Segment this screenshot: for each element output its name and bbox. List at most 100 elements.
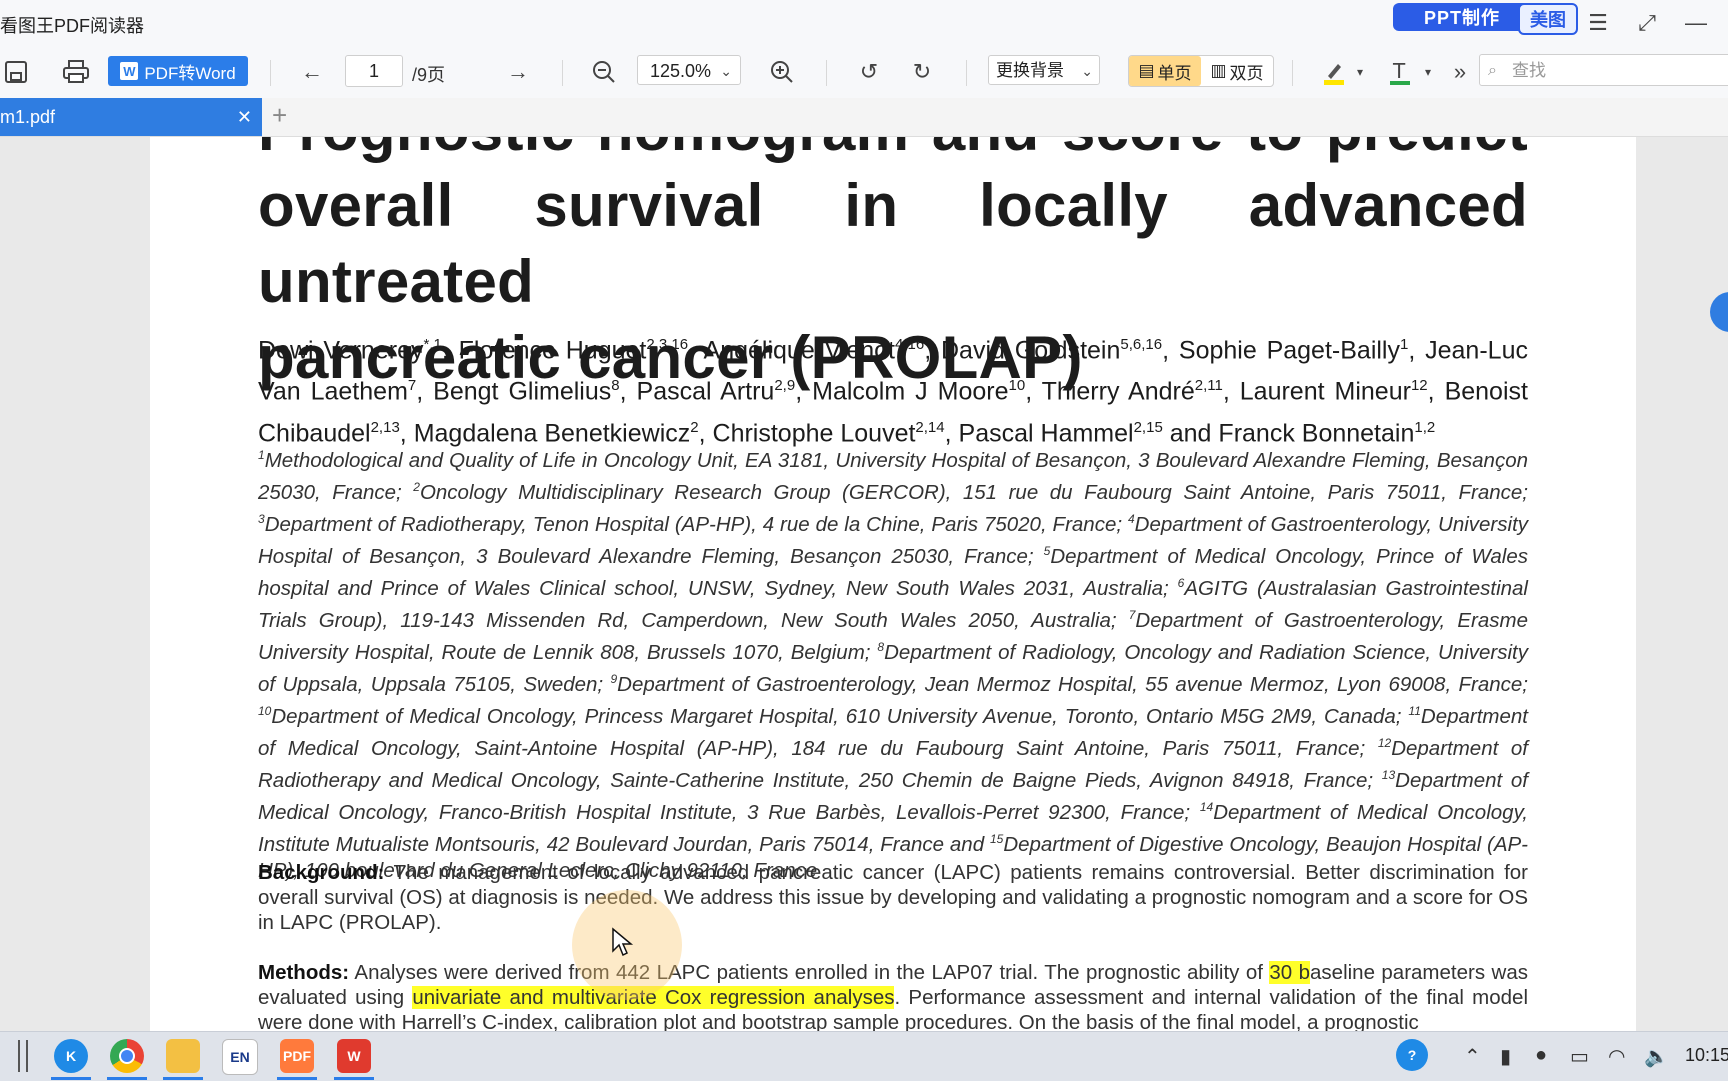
text-tool-icon[interactable]: T xyxy=(1384,56,1416,88)
author-name: Dewi Vernerey xyxy=(258,336,424,365)
single-page-button[interactable]: ▤ 单页 xyxy=(1129,56,1201,86)
word-icon: W xyxy=(120,62,139,80)
author-name: Laurent Mineur xyxy=(1239,377,1411,406)
affiliation-number: 13 xyxy=(1381,768,1396,783)
ppt-button[interactable]: PPT制作 xyxy=(1393,3,1531,31)
author-affiliation-marker: 2,13 xyxy=(370,418,400,436)
background-label: 更换背景 xyxy=(996,61,1064,80)
pdf-to-word-label: PDF转Word xyxy=(144,63,236,83)
affiliation-number: 4 xyxy=(1127,512,1135,527)
affiliation-number: 12 xyxy=(1377,736,1392,751)
chevron-down-icon: ⌄ xyxy=(1081,63,1093,79)
file-explorer-icon[interactable] xyxy=(166,1039,200,1073)
chevron-up-icon[interactable]: ⌃ xyxy=(1464,1044,1481,1069)
highlighter-icon[interactable] xyxy=(1318,56,1350,88)
qq-icon[interactable]: ● xyxy=(1535,1044,1547,1067)
wifi-icon[interactable]: ◠ xyxy=(1608,1044,1625,1069)
tab-bar: m1.pdf ✕ + xyxy=(0,98,1728,137)
author-list: Dewi Vernerey*,1, Florence Huguet2,3,16,… xyxy=(258,336,1528,447)
close-icon[interactable]: ✕ xyxy=(237,98,252,136)
language-icon[interactable]: EN xyxy=(222,1039,258,1075)
zoom-out-icon[interactable] xyxy=(588,56,620,88)
rotate-right-icon[interactable]: ↻ xyxy=(906,56,938,88)
microphone-icon[interactable]: ▮ xyxy=(1500,1044,1511,1069)
author-name: Thierry André xyxy=(1041,377,1195,406)
clock: 10:15 xyxy=(1685,1045,1728,1065)
single-page-label: 单页 xyxy=(1157,63,1192,83)
author-name: Florence Huguet xyxy=(458,336,647,365)
pdf-reader-icon[interactable]: PDF xyxy=(280,1039,314,1073)
highlighter-dropdown-icon[interactable]: ▾ xyxy=(1350,56,1370,88)
affiliation-number: 2 xyxy=(413,480,420,495)
author-affiliation-marker: 12 xyxy=(1410,377,1428,395)
meitu-button[interactable]: 美图 xyxy=(1518,3,1578,35)
rotate-left-icon[interactable]: ↺ xyxy=(853,56,885,88)
prev-page-icon[interactable]: ← xyxy=(296,56,328,88)
toolbar: W PDF转Word ← 1 /9页 → 125.0% ⌄ ↺ ↻ 更换背景 ⌄… xyxy=(0,46,1728,98)
author-affiliation-marker: 5,6,16 xyxy=(1120,336,1163,353)
author-affiliation-marker: 4,16 xyxy=(895,336,925,353)
affiliation-number: 1 xyxy=(258,448,265,462)
author-affiliation-marker: 8 xyxy=(611,377,620,395)
affiliation-number: 14 xyxy=(1199,800,1214,815)
k-app-icon[interactable]: K xyxy=(54,1039,88,1073)
zoom-value: 125.0% xyxy=(650,61,712,81)
author-affiliation-marker: 2,15 xyxy=(1133,418,1163,436)
zoom-select[interactable]: 125.0% ⌄ xyxy=(637,55,741,85)
app-title: 看图王PDF阅读器 xyxy=(0,16,144,36)
volume-icon[interactable]: 🔈 xyxy=(1644,1044,1669,1069)
battery-icon[interactable]: ▭ xyxy=(1570,1044,1589,1069)
background-label: Background: xyxy=(258,861,385,884)
affiliation-number: 10 xyxy=(258,704,272,719)
chevron-down-icon: ⌄ xyxy=(720,63,732,79)
chrome-icon[interactable] xyxy=(110,1039,144,1073)
help-icon[interactable]: ? xyxy=(1396,1039,1428,1071)
methods-label: Methods: xyxy=(258,961,350,984)
mouse-cursor-icon xyxy=(612,927,634,957)
author-name: Angélique Vienot xyxy=(703,336,895,365)
pdf-page: Prognostic nomogram and score to predict… xyxy=(150,137,1636,1031)
affiliation-list: 1Methodological and Quality of Life in O… xyxy=(258,442,1528,885)
affiliation-number: 15 xyxy=(989,832,1004,847)
fullscreen-icon[interactable]: ⤢ xyxy=(1634,10,1660,36)
affiliation-number: 11 xyxy=(1408,704,1421,719)
add-tab-icon[interactable]: + xyxy=(272,100,287,131)
tab-document[interactable]: m1.pdf ✕ xyxy=(0,98,262,136)
wps-icon[interactable]: W xyxy=(337,1039,371,1073)
search-placeholder: 查找 xyxy=(1512,61,1546,80)
author-affiliation-marker: *,1 xyxy=(423,336,442,353)
print-icon[interactable] xyxy=(60,56,92,88)
search-input[interactable]: ⌕ 查找 xyxy=(1479,54,1728,86)
view-mode-group: ▤ 单页 ▥ 双页 xyxy=(1128,55,1274,87)
double-page-button[interactable]: ▥ 双页 xyxy=(1201,56,1273,86)
zoom-in-icon[interactable] xyxy=(766,56,798,88)
assistant-bubble-icon[interactable] xyxy=(1710,292,1728,332)
save-icon[interactable] xyxy=(0,56,32,88)
document-viewer[interactable]: Prognostic nomogram and score to predict… xyxy=(0,137,1728,1031)
author-affiliation-marker: 2 xyxy=(690,418,699,436)
affiliation-number: 3 xyxy=(258,512,265,527)
minimize-icon[interactable]: — xyxy=(1683,10,1709,36)
author-name: Bengt Glimelius xyxy=(433,377,612,406)
divider xyxy=(270,60,271,86)
background-select[interactable]: 更换背景 ⌄ xyxy=(988,55,1100,85)
affiliation-text: Department of Gastroenterology, Jean Mer… xyxy=(617,673,1529,697)
divider xyxy=(562,60,563,86)
single-page-icon: ▤ xyxy=(1138,61,1155,80)
author-name: Malcolm J Moore xyxy=(812,377,1009,406)
pdf-to-word-button[interactable]: W PDF转Word xyxy=(108,56,248,86)
svg-text:T: T xyxy=(1392,59,1406,83)
title-line: Prognostic nomogram and score to predict xyxy=(258,137,1528,168)
next-page-icon[interactable]: → xyxy=(502,56,534,88)
show-desktop-icon[interactable] xyxy=(18,1040,28,1072)
page-number-input[interactable]: 1 xyxy=(345,55,403,87)
more-tools-icon[interactable]: » xyxy=(1448,56,1472,88)
text-tool-dropdown-icon[interactable]: ▾ xyxy=(1418,56,1438,88)
divider xyxy=(1292,60,1293,86)
author-affiliation-marker: 2,9 xyxy=(774,377,796,395)
divider xyxy=(966,60,967,86)
affiliation-text: Oncology Multidisciplinary Research Grou… xyxy=(419,480,1529,504)
author-affiliation-marker: 2,14 xyxy=(915,418,945,436)
divider xyxy=(826,60,827,86)
menu-icon[interactable]: ☰ xyxy=(1585,10,1611,36)
